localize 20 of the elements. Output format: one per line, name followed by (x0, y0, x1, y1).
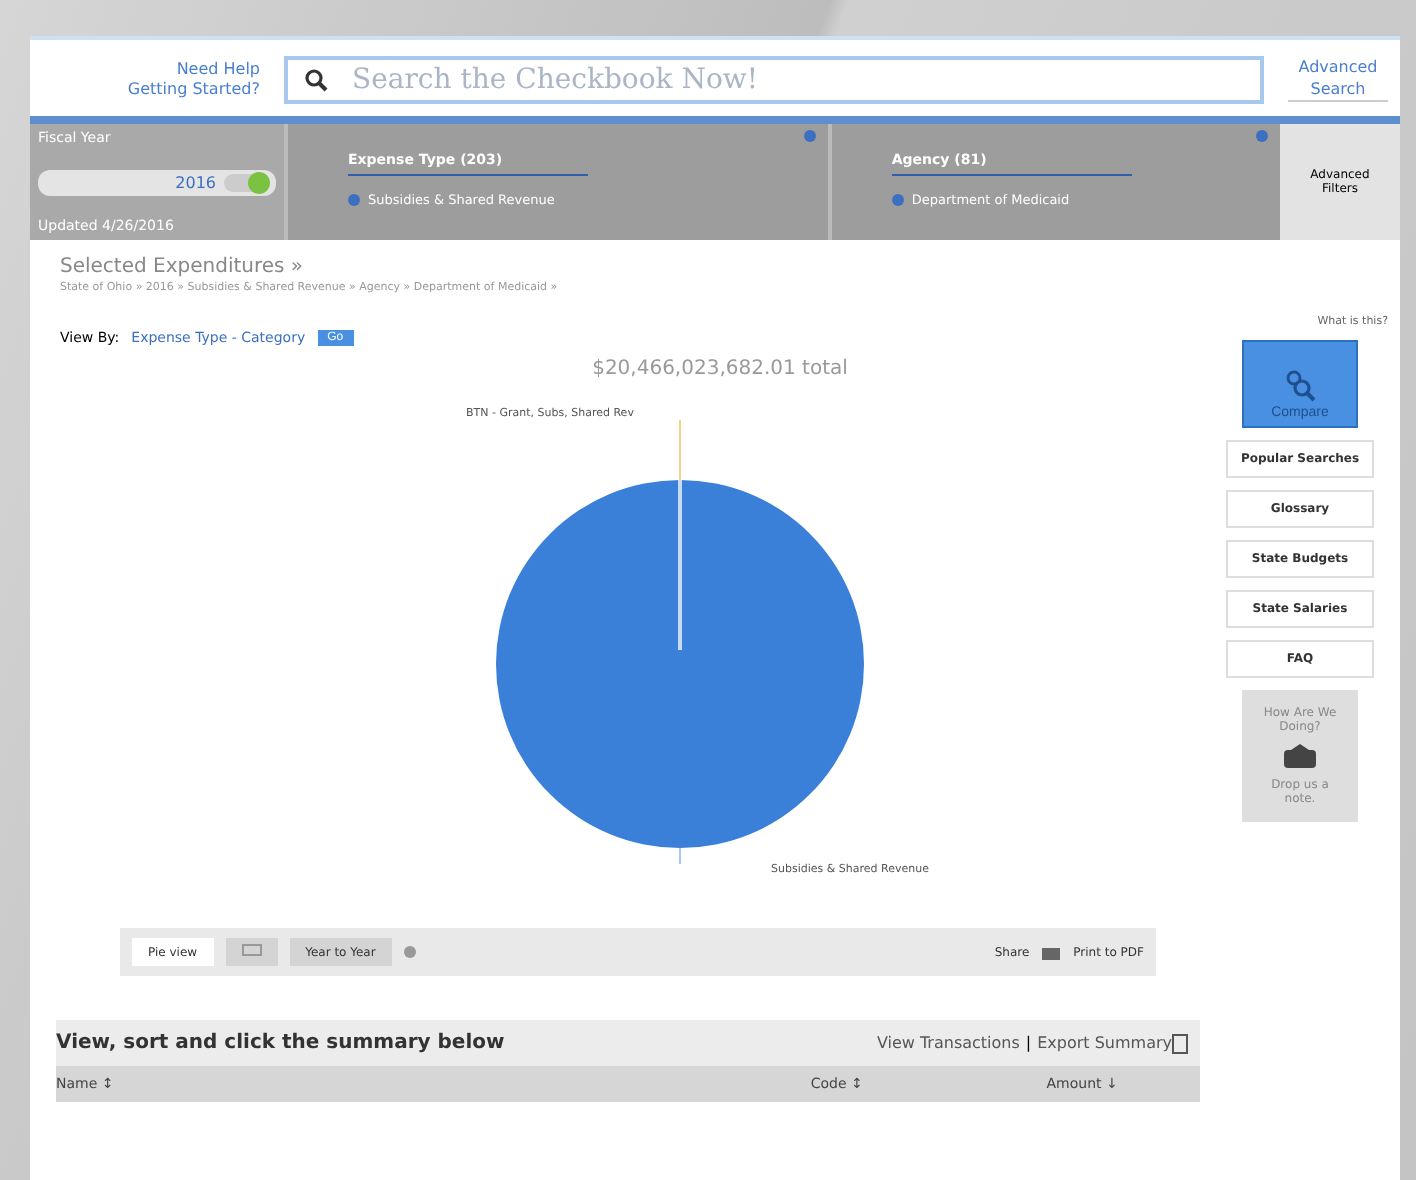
summary-link[interactable]: View Transactions (876, 1034, 1020, 1052)
total-amount: $20,466,023,682.01 total (592, 358, 848, 380)
envelope-icon (1284, 744, 1316, 768)
advanced-search-link[interactable]: Advanced Search (1288, 58, 1388, 102)
summary-link[interactable]: Export Summary (1037, 1034, 1172, 1052)
table-icon (241, 944, 262, 956)
search-field[interactable]: Search the Checkbook Now! (284, 56, 1264, 104)
toggle-switch[interactable] (224, 173, 268, 191)
fiscal-year-field[interactable]: 2016 (38, 169, 276, 195)
info-icon (1256, 130, 1268, 142)
summary-title: View, sort and click the summary below (56, 1032, 507, 1054)
compare-icon (1284, 370, 1316, 402)
info-icon (803, 130, 816, 142)
help-link[interactable]: Need Help Getting Started? (50, 59, 260, 101)
separator: | (1025, 1034, 1032, 1052)
share-icon[interactable] (1041, 944, 1062, 960)
section-heading: Selected Expenditures » (60, 256, 306, 278)
export-icon[interactable] (1172, 1033, 1188, 1053)
search-icon (304, 68, 328, 92)
info-icon (403, 946, 416, 958)
